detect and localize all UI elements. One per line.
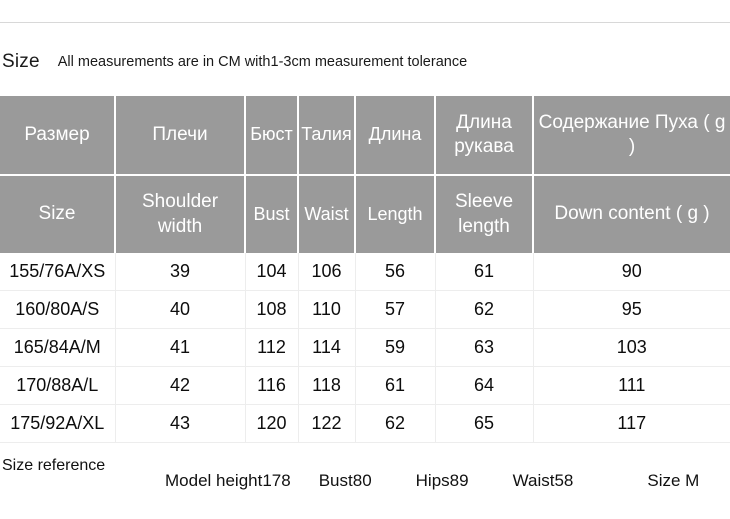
cell-sleeve-length: 65 [435, 404, 534, 443]
cell-shoulder: 39 [115, 253, 246, 291]
cell-waist: 122 [298, 404, 356, 443]
cell-length: 56 [355, 253, 436, 291]
cell-down-content: 95 [533, 290, 730, 329]
size-reference-label: Size reference [2, 457, 106, 474]
table-row: 155/76A/XS 39 104 106 56 61 90 [0, 253, 730, 291]
size-caption-title: Size [2, 51, 40, 72]
cell-waist: 114 [298, 328, 356, 367]
cell-sleeve-length: 63 [435, 328, 534, 367]
cell-sleeve-length: 62 [435, 290, 534, 329]
cell-bust: 104 [245, 253, 299, 291]
cell-size: 170/88A/L [0, 366, 116, 405]
reference-hips: Hips89 [415, 471, 469, 490]
table-row: 170/88A/L 42 116 118 61 64 111 [0, 366, 730, 405]
cell-bust: 108 [245, 290, 299, 329]
cell-bust: 112 [245, 328, 299, 367]
cell-down-content: 90 [533, 253, 730, 291]
size-reference-row: Size reference Model height178 Bust80 Hi… [0, 455, 730, 513]
cell-length: 57 [355, 290, 436, 329]
header-en-size: Size [0, 175, 116, 253]
cell-shoulder: 43 [115, 404, 246, 443]
size-caption-note: All measurements are in CM with1-3cm mea… [57, 54, 468, 70]
reference-size: Size M [647, 471, 700, 490]
header-ru-sleeve-length: Длина рукава [435, 96, 534, 176]
cell-waist: 106 [298, 253, 356, 291]
reference-waist: Waist58 [512, 471, 574, 490]
table-header-row-ru: Размер Плечи Бюст Талия Длина Длина рука… [0, 96, 730, 176]
cell-down-content: 117 [533, 404, 730, 443]
cell-bust: 116 [245, 366, 299, 405]
cell-sleeve-length: 64 [435, 366, 534, 405]
top-divider [0, 22, 730, 23]
cell-length: 59 [355, 328, 436, 367]
cell-shoulder: 42 [115, 366, 246, 405]
header-en-length: Length [355, 175, 436, 253]
reference-bust: Bust80 [318, 471, 372, 490]
header-ru-shoulder: Плечи [115, 96, 246, 176]
header-en-bust: Bust [245, 175, 299, 253]
cell-size: 165/84A/M [0, 328, 116, 367]
table-row: 160/80A/S 40 108 110 57 62 95 [0, 290, 730, 329]
cell-length: 62 [355, 404, 436, 443]
cell-shoulder: 40 [115, 290, 246, 329]
table-row: 175/92A/XL 43 120 122 62 65 117 [0, 404, 730, 443]
cell-size: 160/80A/S [0, 290, 116, 329]
header-ru-size: Размер [0, 96, 116, 176]
table-header-row-en: Size Shoulder width Bust Waist Length Sl… [0, 175, 730, 253]
header-en-waist: Waist [298, 175, 356, 253]
reference-model-height: Model height178 [165, 471, 291, 490]
size-chart-table: Размер Плечи Бюст Талия Длина Длина рука… [0, 96, 730, 443]
header-en-sleeve-length: Sleeve length [435, 175, 534, 253]
cell-length: 61 [355, 366, 436, 405]
size-caption: Size All measurements are in CM with1-3c… [0, 47, 730, 77]
cell-shoulder: 41 [115, 328, 246, 367]
header-ru-waist: Талия [298, 96, 356, 176]
header-ru-bust: Бюст [245, 96, 299, 176]
table-row: 165/84A/M 41 112 114 59 63 103 [0, 328, 730, 367]
cell-size: 155/76A/XS [0, 253, 116, 291]
cell-size: 175/92A/XL [0, 404, 116, 443]
cell-down-content: 111 [533, 366, 730, 405]
cell-down-content: 103 [533, 328, 730, 367]
header-ru-down-content: Содержание Пуха ( g ) [533, 96, 730, 176]
header-ru-length: Длина [355, 96, 436, 176]
header-en-down-content: Down content ( g ) [533, 175, 730, 253]
cell-waist: 110 [298, 290, 356, 329]
cell-bust: 120 [245, 404, 299, 443]
cell-sleeve-length: 61 [435, 253, 534, 291]
cell-waist: 118 [298, 366, 356, 405]
size-reference-values: Model height178 Bust80 Hips89 Waist58 Si… [165, 471, 730, 491]
header-en-shoulder: Shoulder width [115, 175, 246, 253]
